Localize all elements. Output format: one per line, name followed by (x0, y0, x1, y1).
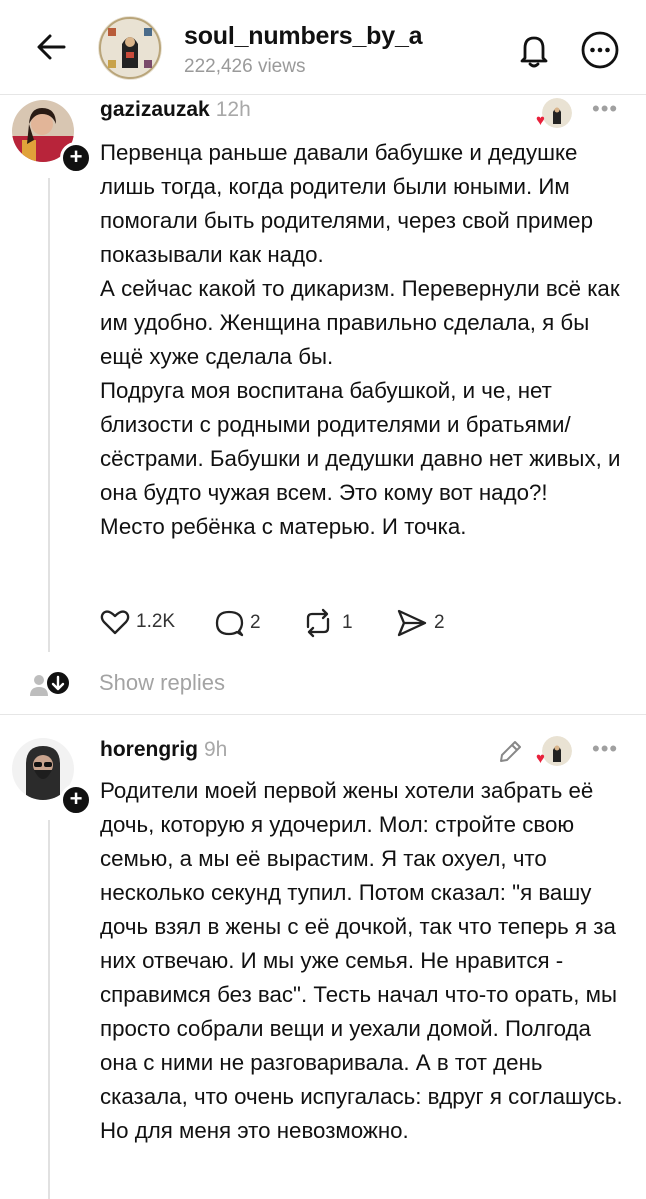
follow-plus-button[interactable]: + (60, 784, 92, 816)
reply-button[interactable]: 2 (214, 608, 261, 638)
comment-paragraph: А сейчас какой то дикаризм. Перевернули … (100, 276, 620, 369)
liked-by-author-avatar (542, 98, 572, 128)
like-count: 1.2K (136, 611, 176, 632)
bell-icon[interactable] (514, 30, 554, 70)
username-text[interactable]: horengrig (100, 738, 198, 761)
heart-icon: ♥ (536, 750, 545, 767)
comment-paragraph: Место ребёнка с матерью. И точка. (100, 514, 467, 539)
repost-icon (306, 608, 330, 638)
reply-count: 2 (250, 612, 261, 633)
comment-paragraph: Родители моей первой жены хотели забрать… (100, 778, 623, 1143)
heart-icon (100, 610, 130, 635)
show-replies-link[interactable]: Show replies (99, 670, 225, 696)
repost-count: 1 (342, 612, 353, 633)
channel-title[interactable]: soul_numbers_by_a (184, 22, 423, 51)
comment-paragraph: Подруга моя воспитана бабушкой, и че, не… (100, 378, 621, 505)
show-replies-icon[interactable] (26, 668, 72, 698)
view-count: 222,426 views (184, 56, 306, 77)
comment-paragraph: Первенца раньше давали бабушке и дедушке… (100, 140, 593, 267)
channel-avatar[interactable] (98, 16, 162, 80)
comment-text: Первенца раньше давали бабушке и дедушке… (100, 136, 630, 544)
thread-line (48, 178, 50, 652)
liked-by-author-avatar (542, 736, 572, 766)
repost-button[interactable]: 1 (300, 608, 353, 638)
username[interactable]: gazizauzak 12h (100, 98, 251, 122)
send-icon (397, 609, 427, 637)
timestamp: 9h (204, 738, 228, 761)
username[interactable]: horengrig 9h (100, 738, 227, 762)
share-button[interactable]: 2 (396, 608, 445, 638)
more-horizontal-icon[interactable]: ••• (592, 96, 618, 122)
pencil-icon[interactable] (496, 738, 524, 766)
thread-line (48, 820, 50, 1199)
more-options-icon[interactable] (580, 30, 620, 70)
like-button[interactable]: 1.2K (100, 608, 175, 636)
username-text[interactable]: gazizauzak (100, 98, 210, 121)
action-bar: 1.2K 2 1 2 (100, 608, 500, 640)
heart-icon: ♥ (536, 112, 545, 129)
divider (0, 714, 646, 715)
comment-text: Родители моей первой жены хотели забрать… (100, 774, 630, 1148)
more-horizontal-icon[interactable]: ••• (592, 736, 618, 762)
comment-bubble-icon (215, 610, 244, 637)
top-bar: soul_numbers_by_a 222,426 views (0, 0, 646, 95)
back-arrow-icon[interactable] (34, 30, 68, 64)
timestamp: 12h (215, 98, 251, 121)
follow-plus-button[interactable]: + (60, 142, 92, 174)
share-count: 2 (434, 612, 445, 633)
